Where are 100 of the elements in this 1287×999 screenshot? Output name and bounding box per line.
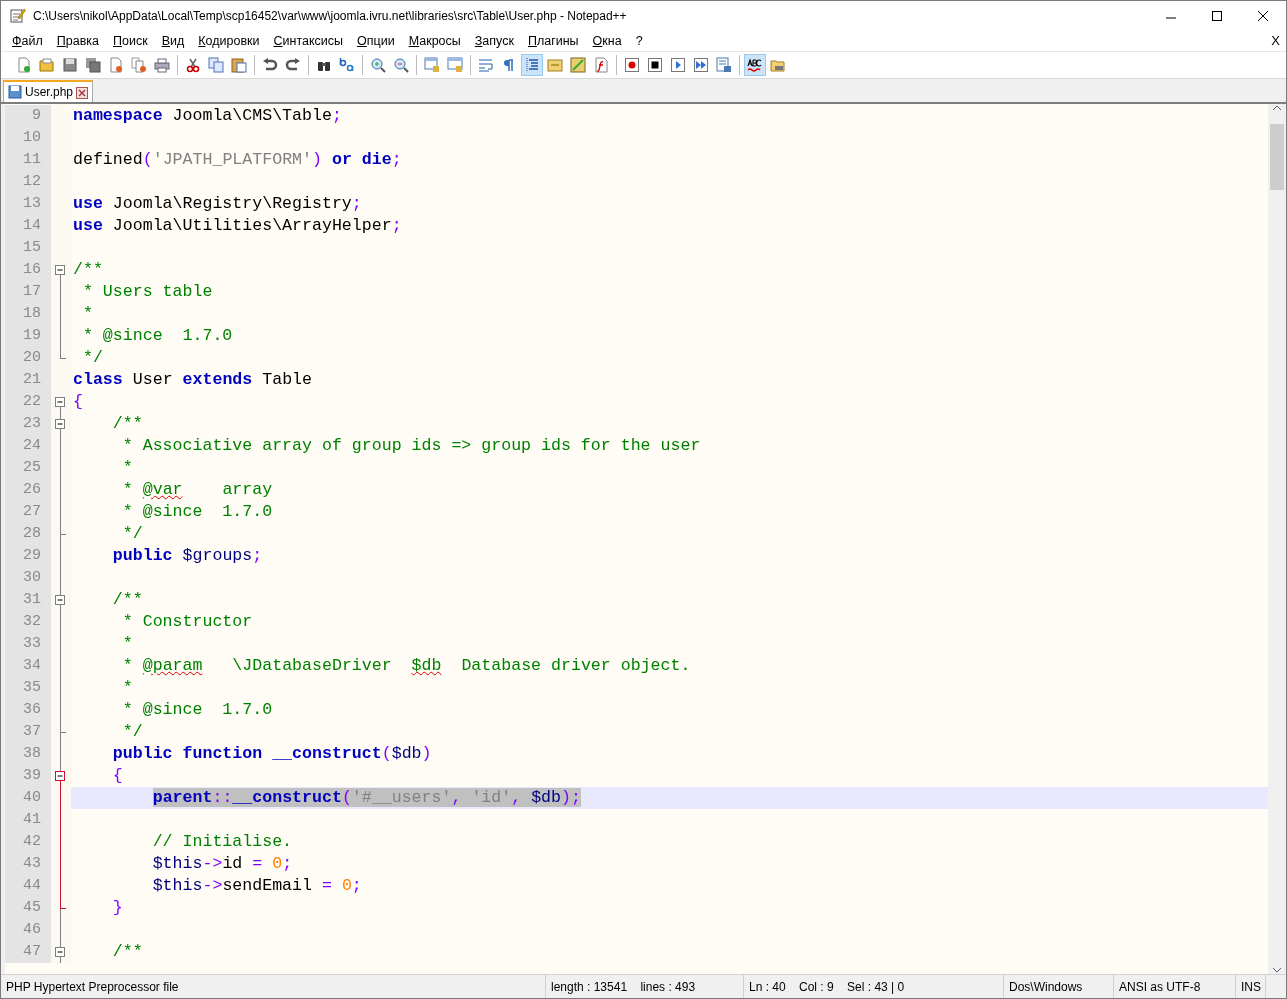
notepad-icon <box>9 7 27 25</box>
line-number: 20 <box>5 347 51 369</box>
line-number: 16 <box>5 259 51 281</box>
line-number: 34 <box>5 655 51 677</box>
stop-icon <box>647 57 663 73</box>
code-line: * @since 1.7.0 <box>81 325 233 347</box>
code-line: /** <box>111 413 143 435</box>
line-number: 31 <box>5 589 51 611</box>
code-line: * <box>121 633 133 655</box>
fold-toggle-icon[interactable] <box>55 419 65 429</box>
copy-button[interactable] <box>205 54 227 76</box>
code-line: */ <box>121 721 143 743</box>
maximize-icon[interactable] <box>1211 10 1223 22</box>
menu-item[interactable]: Опции <box>350 31 402 51</box>
menu-item[interactable]: Поиск <box>106 31 155 51</box>
menu-item[interactable]: Кодировки <box>191 31 267 51</box>
fold-toggle-icon[interactable] <box>55 947 65 957</box>
code-line: $this->id = 0; <box>151 853 293 875</box>
line-number: 27 <box>5 501 51 523</box>
line-number: 33 <box>5 633 51 655</box>
menu-item[interactable]: ? <box>628 31 650 51</box>
line-number: 47 <box>5 941 51 963</box>
open-folder-icon <box>39 57 55 73</box>
file-type-label: PHP Hypertext Preprocessor file <box>1 975 546 998</box>
window-title: C:\Users\nikol\AppData\Local\Temp\scp16452\var\www\joomla.ivru.net\libraries\src\Table\User.php - Notepad++ <box>33 8 627 25</box>
folder-icon <box>770 57 786 73</box>
code-line: * @var array <box>121 479 273 501</box>
menu-item[interactable]: Вид <box>154 31 192 51</box>
undo-arrow-icon <box>262 57 278 73</box>
line-number: 25 <box>5 457 51 479</box>
fold-toggle-icon[interactable] <box>55 595 65 605</box>
line-number: 36 <box>5 699 51 721</box>
line-number: 42 <box>5 831 51 853</box>
record-icon <box>624 57 640 73</box>
scroll-down-icon[interactable] <box>1271 966 1283 974</box>
scroll-up-icon[interactable] <box>1271 104 1283 112</box>
close-icon[interactable] <box>1257 10 1269 22</box>
word-wrap-icon <box>478 57 494 73</box>
line-number: 19 <box>5 325 51 347</box>
code-line: * @since 1.7.0 <box>121 699 273 721</box>
line-number: 41 <box>5 809 51 831</box>
code-line: /** <box>72 259 103 281</box>
scissors-icon <box>185 57 201 73</box>
menu-item[interactable]: Запуск <box>467 31 521 51</box>
function-list-icon <box>593 57 609 73</box>
close-file-icon <box>108 57 124 73</box>
menu-item[interactable]: Правка <box>49 31 106 51</box>
code-line: * @since 1.7.0 <box>121 501 273 523</box>
scroll-thumb[interactable] <box>1270 124 1284 190</box>
indent-guide-button[interactable] <box>521 54 543 76</box>
line-number: 26 <box>5 479 51 501</box>
line-number: 46 <box>5 919 51 941</box>
menu-item[interactable]: Плагины <box>520 31 586 51</box>
file-tab[interactable]: User.php <box>3 80 94 102</box>
code-line: use Joomla\Registry\Registry; <box>72 193 362 215</box>
line-number: 22 <box>5 391 51 413</box>
clipboard-icon <box>231 57 247 73</box>
encoding-label: ANSI as UTF-8 <box>1114 975 1236 998</box>
code-line: * <box>121 457 133 479</box>
code-line: /** <box>111 589 143 611</box>
close-tab-icon[interactable] <box>76 86 89 99</box>
floppy-disks-icon <box>85 57 101 73</box>
code-line: */ <box>121 523 143 545</box>
spellcheck-button[interactable] <box>744 54 766 76</box>
line-number: 28 <box>5 523 51 545</box>
line-number: 44 <box>5 875 51 897</box>
document-stats: length : 13541 lines : 493 <box>546 975 744 998</box>
code-line: class User extends Table <box>72 369 312 391</box>
line-number: 23 <box>5 413 51 435</box>
line-number: 15 <box>5 237 51 259</box>
close-document-button[interactable]: X <box>1265 31 1286 51</box>
code-line: public $groups; <box>111 545 263 567</box>
line-ending-label: Dos\Windows <box>1004 975 1114 998</box>
code-line: public function __construct($db) <box>111 743 432 765</box>
copy-icon <box>208 57 224 73</box>
find-replace-icon <box>339 57 355 73</box>
code-line: */ <box>81 347 103 369</box>
menu-item[interactable]: Синтаксисы <box>266 31 351 51</box>
spellcheck-icon <box>747 57 763 73</box>
fold-toggle-icon[interactable] <box>55 265 65 275</box>
line-number: 17 <box>5 281 51 303</box>
macro-save-icon <box>716 57 732 73</box>
menu-item[interactable]: Файл <box>5 31 50 51</box>
code-line: * Associative array of group ids => group ids for the user <box>121 435 701 457</box>
code-line: namespace Joomla\CMS\Table; <box>72 105 342 127</box>
line-number: 30 <box>5 567 51 589</box>
line-number: 9 <box>5 105 51 127</box>
line-number: 10 <box>5 127 51 149</box>
scrollbar[interactable] <box>1268 104 1286 974</box>
line-number: 43 <box>5 853 51 875</box>
redo-arrow-icon <box>285 57 301 73</box>
menu-item[interactable]: Окна <box>585 31 629 51</box>
new-file-icon <box>16 57 32 73</box>
code-line: defined('JPATH_PLATFORM') or die; <box>72 149 402 171</box>
code-line: /** <box>111 941 143 963</box>
line-number: 37 <box>5 721 51 743</box>
fold-toggle-icon[interactable] <box>55 397 65 407</box>
line-number: 24 <box>5 435 51 457</box>
fold-toggle-icon[interactable] <box>55 771 65 781</box>
menu-item[interactable]: Макросы <box>401 31 468 51</box>
